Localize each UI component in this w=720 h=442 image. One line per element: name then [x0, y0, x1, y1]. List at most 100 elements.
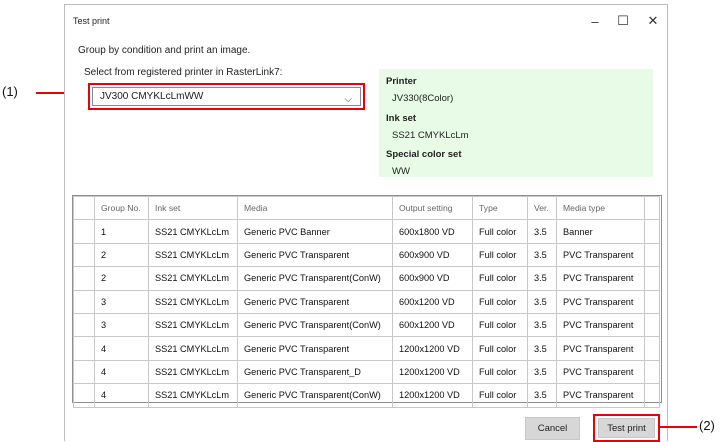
column-header-output-setting[interactable]: Output setting — [392, 195, 473, 221]
table-cell: PVC Transparent — [556, 359, 645, 385]
table-cell: Full color — [472, 383, 528, 408]
row-selector[interactable] — [73, 336, 95, 361]
table-cell: PVC Transparent — [556, 289, 645, 314]
column-header-media[interactable]: Media — [237, 195, 393, 221]
printer-select[interactable]: JV300 CMYKLcLmWW ⌵ — [92, 87, 361, 106]
test-print-dialog: Test print – ☐ ✕ Group by condition and … — [64, 4, 668, 442]
table-cell: 1200x1200 VD — [392, 336, 473, 361]
row-filler — [644, 289, 660, 314]
group-table: Group No. Ink set Media Output setting T… — [72, 195, 662, 408]
maximize-icon[interactable]: ☐ — [609, 10, 637, 32]
row-selector[interactable] — [73, 383, 95, 408]
title-bar: Test print – ☐ ✕ — [65, 5, 667, 37]
table-cell: 600x1800 VD — [392, 219, 473, 244]
table-cell: 600x1200 VD — [392, 289, 473, 314]
callout-1: (1) — [2, 84, 18, 99]
table-cell: 3.5 — [527, 359, 557, 385]
table-cell: 600x1200 VD — [392, 312, 473, 338]
minimize-icon[interactable]: – — [581, 10, 609, 32]
row-selector[interactable] — [73, 359, 95, 385]
special-color-value: WW — [392, 166, 410, 177]
table-cell: 4 — [94, 336, 149, 361]
table-cell: SS21 CMYKLcLm — [148, 312, 238, 338]
table-cell: 3.5 — [527, 289, 557, 314]
callout-2-line — [659, 426, 697, 428]
table-cell: Banner — [556, 219, 645, 244]
column-header-ink-set[interactable]: Ink set — [148, 195, 238, 221]
printer-label: Printer — [386, 76, 417, 87]
table-cell: 3.5 — [527, 266, 557, 291]
table-cell: 3.5 — [527, 242, 557, 268]
table-header-row: Group No. Ink set Media Output setting T… — [73, 195, 660, 221]
row-filler — [644, 359, 660, 385]
printer-info-panel: Printer JV330(8Color) Ink set SS21 CMYKL… — [379, 69, 653, 177]
table-cell: 3.5 — [527, 219, 557, 244]
table-cell: 3.5 — [527, 312, 557, 338]
test-print-button[interactable]: Test print — [598, 418, 655, 438]
table-cell: SS21 CMYKLcLm — [148, 359, 238, 385]
table-cell: Generic PVC Transparent — [237, 242, 393, 268]
table-cell: PVC Transparent — [556, 383, 645, 408]
row-selector[interactable] — [73, 266, 95, 291]
table-cell: 2 — [94, 242, 149, 268]
table-cell: Full color — [472, 242, 528, 268]
table-row[interactable]: 4 SS21 CMYKLcLm Generic PVC Transparent 120… — [73, 336, 660, 361]
table-cell: PVC Transparent — [556, 336, 645, 361]
table-cell: Full color — [472, 266, 528, 291]
table-cell: Generic PVC Transparent — [237, 336, 393, 361]
chevron-down-icon: ⌵ — [344, 94, 352, 105]
table-row[interactable]: 2 SS21 CMYKLcLm Generic PVC Transparent 600… — [73, 242, 660, 268]
inkset-label: Ink set — [386, 113, 417, 124]
table-cell: SS21 CMYKLcLm — [148, 242, 238, 268]
table-cell: Generic PVC Transparent(ConW) — [237, 383, 393, 408]
row-header-cell — [73, 195, 95, 221]
table-cell: Generic PVC Transparent(ConW) — [237, 266, 393, 291]
window-title: Test print — [73, 16, 110, 26]
table-row[interactable]: 4 SS21 CMYKLcLm Generic PVC Transparent_D 1… — [73, 359, 660, 385]
table-row[interactable]: 3 SS21 CMYKLcLm Generic PVC Transparent 600… — [73, 289, 660, 314]
table-row[interactable]: 1 SS21 CMYKLcLm Generic PVC Banner 600x1800… — [73, 219, 660, 244]
table-cell: PVC Transparent — [556, 242, 645, 268]
table-row[interactable]: 3 SS21 CMYKLcLm Generic PVC Transparent(Co… — [73, 312, 660, 338]
table-cell: 600x900 VD — [392, 266, 473, 291]
dialog-subtitle: Group by condition and print an image. — [78, 45, 251, 56]
table-cell: SS21 CMYKLcLm — [148, 219, 238, 244]
special-color-label: Special color set — [386, 149, 462, 160]
table-cell: 1200x1200 VD — [392, 383, 473, 408]
table-cell: 4 — [94, 383, 149, 408]
table-cell: Generic PVC Banner — [237, 219, 393, 244]
row-selector[interactable] — [73, 242, 95, 268]
table-row[interactable]: 2 SS21 CMYKLcLm Generic PVC Transparent(Co… — [73, 266, 660, 291]
printer-select-value: JV300 CMYKLcLmWW — [100, 91, 204, 102]
row-filler — [644, 336, 660, 361]
table-cell: SS21 CMYKLcLm — [148, 266, 238, 291]
table-cell: 3 — [94, 312, 149, 338]
table-cell: PVC Transparent — [556, 266, 645, 291]
column-header-media-type[interactable]: Media type — [556, 195, 645, 221]
callout-2: (2) — [699, 418, 715, 433]
column-header-ver[interactable]: Ver. — [527, 195, 557, 221]
table-row[interactable]: 4 SS21 CMYKLcLm Generic PVC Transparent(Co… — [73, 383, 660, 408]
row-filler — [644, 219, 660, 244]
inkset-value: SS21 CMYKLcLm — [392, 130, 469, 141]
table-cell: Full color — [472, 289, 528, 314]
cancel-button[interactable]: Cancel — [525, 417, 580, 440]
close-icon[interactable]: ✕ — [639, 10, 667, 32]
row-filler — [644, 242, 660, 268]
column-header-group-no[interactable]: Group No. — [94, 195, 149, 221]
table-cell: Full color — [472, 312, 528, 338]
row-selector[interactable] — [73, 312, 95, 338]
row-filler — [644, 383, 660, 408]
printer-select-highlight: JV300 CMYKLcLmWW ⌵ — [88, 83, 365, 110]
table-cell: SS21 CMYKLcLm — [148, 289, 238, 314]
table-cell: 3.5 — [527, 383, 557, 408]
row-selector[interactable] — [73, 219, 95, 244]
row-selector[interactable] — [73, 289, 95, 314]
table-cell: PVC Transparent — [556, 312, 645, 338]
table-cell: Full color — [472, 359, 528, 385]
column-header-type[interactable]: Type — [472, 195, 528, 221]
table-body: 1 SS21 CMYKLcLm Generic PVC Banner 600x1800… — [73, 219, 660, 408]
table-cell: Generic PVC Transparent — [237, 289, 393, 314]
table-cell: Full color — [472, 336, 528, 361]
table-cell: 1200x1200 VD — [392, 359, 473, 385]
